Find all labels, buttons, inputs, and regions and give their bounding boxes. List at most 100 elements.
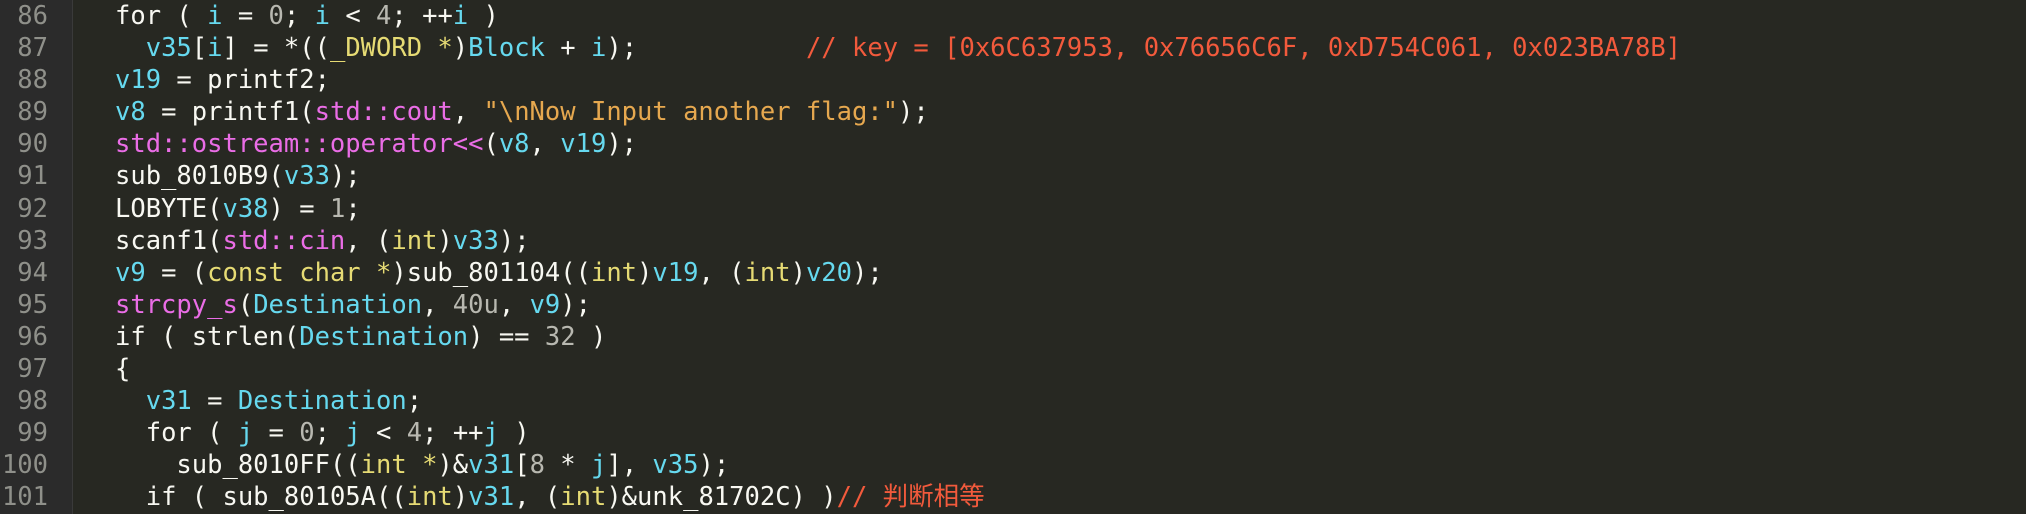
- code-line[interactable]: 100 sub_8010FF((int *)&v31[8 * j], v35);: [0, 449, 2026, 481]
- code-token: ; ++: [422, 418, 484, 449]
- code-token: 4: [406, 418, 423, 449]
- code-token: ;: [283, 1, 315, 31]
- code-token: 1: [329, 193, 346, 224]
- code-token: j: [483, 418, 499, 449]
- code-editor[interactable]: 86 for ( i = 0; i < 4; ++i ) 87 v35[i] = *…: [0, 0, 2026, 514]
- code-token: Block: [468, 33, 545, 64]
- code-token: int *: [360, 450, 438, 481]
- code-token: v19: [652, 257, 699, 288]
- line-number: 90: [17, 129, 48, 160]
- code-token: = printf2;: [161, 65, 330, 96]
- code-line[interactable]: 96 if ( strlen(Destination) == 32 ): [0, 321, 2026, 353]
- line-number: 88: [17, 65, 48, 96]
- code-token: =: [253, 418, 300, 449]
- code-token: LOBYTE(: [115, 193, 223, 224]
- code-token: );: [606, 129, 638, 160]
- code-line[interactable]: 89 v8 = printf1(std::cout, "\nNow Input a…: [0, 96, 2026, 128]
- code-token: v35: [145, 33, 192, 64]
- code-token: 40u: [452, 289, 499, 320]
- code-token: )&: [437, 450, 469, 481]
- code-token: int: [744, 257, 791, 288]
- code-line[interactable]: 94 v9 = (const char *)sub_801104((int)v19…: [0, 257, 2026, 289]
- code-token: )&unk_81702C) ): [606, 482, 837, 513]
- code-token: 4: [376, 1, 392, 31]
- code-text: strcpy_s(Destination, 40u, v9);: [115, 289, 591, 321]
- code-token: ,: [422, 289, 453, 320]
- code-token: const char *: [207, 257, 392, 288]
- code-token: j: [345, 418, 361, 449]
- line-number: 92: [17, 193, 48, 224]
- code-token: ;: [345, 193, 361, 224]
- code-token: ] = *((: [222, 33, 330, 64]
- code-line[interactable]: 97 {: [0, 353, 2026, 385]
- code-text: v8 = printf1(std::cout, "\nNow Input ano…: [115, 96, 929, 128]
- code-token: v8: [115, 97, 146, 128]
- code-token: v38: [222, 193, 269, 224]
- code-token: ; ++: [391, 1, 453, 31]
- code-token: );: [606, 33, 806, 64]
- code-token: ],: [606, 450, 653, 481]
- code-token: v19: [560, 129, 607, 160]
- code-line[interactable]: 86 for ( i = 0; i < 4; ++i ): [0, 0, 2026, 32]
- code-token: i: [207, 33, 223, 64]
- code-text: sub_8010B9(v33);: [115, 160, 361, 192]
- code-line[interactable]: 87 v35[i] = *((_DWORD *)Block + i); // k…: [0, 32, 2026, 64]
- line-number: 100: [1, 450, 48, 481]
- code-token: );: [852, 257, 883, 288]
- code-text: v31 = Destination;: [115, 385, 422, 417]
- code-token: std::ostream::operator<<: [115, 129, 484, 160]
- code-token: = (: [145, 257, 208, 288]
- code-line[interactable]: 93 scanf1(std::cin, (int)v33);: [0, 225, 2026, 257]
- code-token: v19: [115, 65, 162, 96]
- code-token: ): [575, 321, 607, 352]
- code-token: if ( strlen(: [115, 321, 300, 352]
- code-token: ) ==: [468, 321, 545, 352]
- code-text: LOBYTE(v38) = 1;: [115, 193, 361, 225]
- code-token: int: [391, 225, 438, 256]
- code-token: 32: [544, 321, 576, 352]
- code-line[interactable]: 101 if ( sub_80105A((int)v31, (int)&unk_…: [0, 481, 2026, 513]
- code-token: 8: [529, 450, 545, 481]
- code-line[interactable]: 98 v31 = Destination;: [0, 385, 2026, 417]
- code-token: std::cin: [222, 225, 346, 256]
- code-line[interactable]: 88 v19 = printf2;: [0, 64, 2026, 96]
- code-text: std::ostream::operator<<(v8, v19);: [115, 128, 637, 160]
- code-text: sub_8010FF((int *)&v31[8 * j], v35);: [115, 449, 729, 481]
- code-token: =: [191, 386, 238, 417]
- code-token: j: [590, 450, 607, 481]
- code-token: , (: [345, 225, 392, 256]
- code-line[interactable]: 91 sub_8010B9(v33);: [0, 160, 2026, 192]
- code-token: Destination: [237, 386, 407, 417]
- code-token: strcpy_s: [115, 289, 238, 320]
- code-token: int: [406, 482, 453, 513]
- code-token: i: [314, 1, 330, 31]
- line-number: 101: [1, 482, 48, 513]
- code-token: Destination: [299, 321, 469, 352]
- code-token: <: [360, 418, 407, 449]
- code-line[interactable]: 90 std::ostream::operator<<(v8, v19);: [0, 128, 2026, 160]
- code-token: ,: [452, 97, 484, 128]
- code-line[interactable]: 92 LOBYTE(v38) = 1;: [0, 193, 2026, 225]
- code-line[interactable]: 95 strcpy_s(Destination, 40u, v9);: [0, 289, 2026, 321]
- code-token: 0: [299, 418, 315, 449]
- code-token: =: [222, 1, 269, 31]
- code-token: ): [637, 257, 653, 288]
- code-token: )sub_801104((: [391, 257, 591, 288]
- code-text: v19 = printf2;: [115, 64, 330, 96]
- line-number: 96: [17, 321, 48, 352]
- code-token: <: [329, 1, 377, 31]
- code-token: v9: [529, 289, 561, 320]
- code-token: v31: [468, 450, 515, 481]
- line-number: 95: [17, 289, 48, 320]
- code-token: [: [514, 450, 530, 481]
- line-number: 86: [17, 1, 48, 31]
- code-token: (: [483, 129, 499, 160]
- code-token: i: [207, 1, 223, 31]
- line-number: 98: [17, 386, 48, 417]
- code-token: _DWORD *: [329, 33, 453, 64]
- code-token: for (: [115, 1, 208, 31]
- code-token: i: [590, 33, 607, 64]
- code-token: {: [115, 354, 131, 385]
- code-line[interactable]: 99 for ( j = 0; j < 4; ++j ): [0, 417, 2026, 449]
- code-text: if ( strlen(Destination) == 32 ): [115, 321, 606, 353]
